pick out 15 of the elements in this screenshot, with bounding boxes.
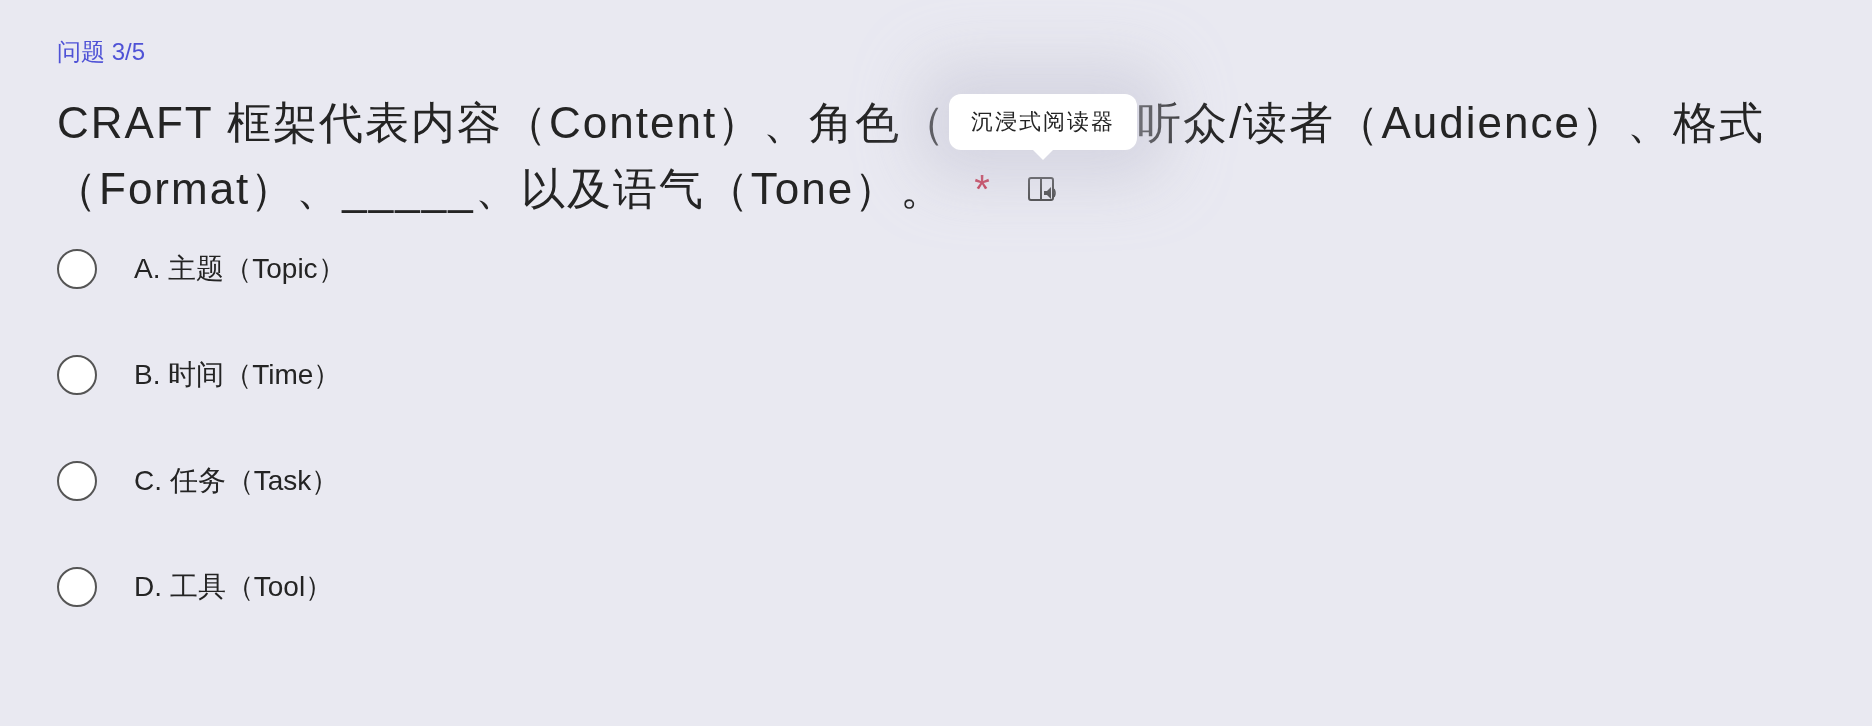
radio-button[interactable] (57, 249, 97, 289)
tooltip: 沉浸式阅读器 (948, 94, 1137, 150)
tooltip-pointer (1032, 150, 1053, 160)
radio-button[interactable] (57, 461, 97, 501)
question-text: 听众/读者（Audience）、格式 (1137, 97, 1765, 149)
question-text: CRAFT 框架代表内容（Content）、角色（ (57, 97, 948, 149)
radio-button[interactable] (57, 567, 97, 607)
radio-button[interactable] (57, 355, 97, 395)
option-label[interactable]: D. 工具（Tool） (134, 566, 334, 608)
required-mark: * (974, 166, 992, 213)
question-number: 问题 3/5 (57, 37, 146, 67)
option-label[interactable]: A. 主题（Topic） (134, 248, 346, 290)
option-label[interactable]: B. 时间（Time） (134, 354, 342, 396)
question-text: （Format）、_____、以及语气（Tone）。 (53, 163, 947, 215)
option-label[interactable]: C. 任务（Task） (134, 460, 340, 502)
